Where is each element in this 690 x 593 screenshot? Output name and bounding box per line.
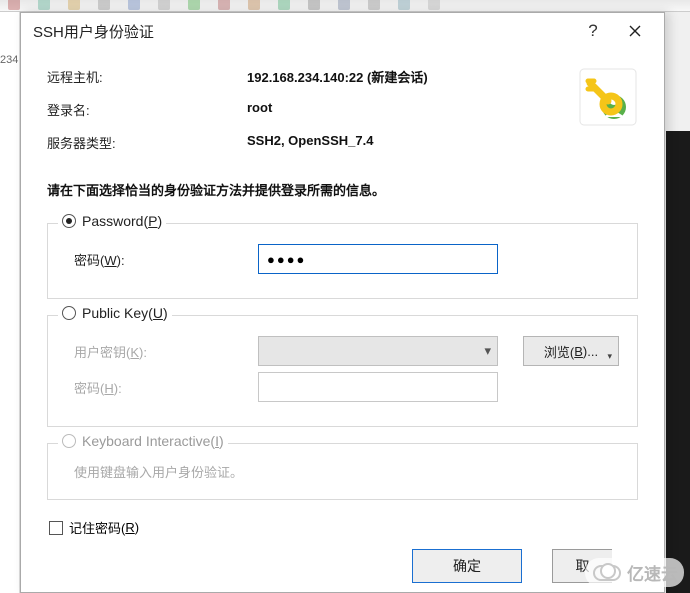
pubkey-password-label: 密码(H): — [66, 378, 246, 397]
background-toolbar-strip — [0, 0, 690, 12]
keyboard-radio-label-pre: Keyboard Interactive( — [82, 433, 215, 449]
publickey-radio-label-post: ) — [163, 305, 168, 321]
publickey-auth-group: Public Key(U) 用户密钥(K): ▾ 浏览(B)... ▾ 密码(H… — [47, 315, 638, 427]
login-label: 登录名: — [47, 100, 247, 119]
dialog-footer: 确定 取 — [47, 549, 638, 583]
password-radio-label-post: ) — [157, 213, 162, 229]
radio-icon — [62, 306, 76, 320]
keyboard-auth-group: Keyboard Interactive(I) 使用键盘输入用户身份验证。 — [47, 443, 638, 500]
ok-button[interactable]: 确定 — [412, 549, 522, 583]
password-radio-hotkey: P — [148, 213, 157, 229]
password-auth-group: Password(P) 密码(W): — [47, 223, 638, 299]
password-radio-label-pre: Password( — [82, 213, 148, 229]
radio-icon — [62, 434, 76, 448]
chevron-down-icon: ▾ — [484, 343, 491, 359]
server-type-value: SSH2, OpenSSH_7.4 — [247, 133, 558, 148]
cloud-icon — [591, 563, 621, 583]
titlebar: SSH用户身份验证 ? — [21, 13, 664, 49]
pubkey-password-row: 密码(H): — [66, 372, 619, 402]
password-label: 密码(W): — [66, 250, 246, 269]
close-button[interactable] — [614, 16, 656, 46]
publickey-radio-label-pre: Public Key( — [82, 305, 153, 321]
ssh-auth-dialog: SSH用户身份验证 ? 远程主机: 192.168.234.140:22 (新建… — [20, 12, 665, 593]
browse-button[interactable]: 浏览(B)... ▾ — [523, 336, 619, 366]
key-user-icon — [578, 67, 638, 127]
close-icon — [629, 25, 641, 37]
userkey-label: 用户密钥(K): — [66, 342, 246, 361]
keyboard-radio-label-post: ) — [219, 433, 224, 449]
remember-hotkey: R — [125, 520, 134, 535]
server-type-label: 服务器类型: — [47, 133, 247, 152]
dialog-title: SSH用户身份验证 — [33, 21, 572, 42]
password-row: 密码(W): — [66, 244, 619, 274]
bg-blurred-icons — [0, 0, 660, 12]
userkey-combo[interactable]: ▾ — [258, 336, 498, 366]
keyboard-radio[interactable]: Keyboard Interactive(I) — [58, 433, 228, 449]
instruction-text: 请在下面选择恰当的身份验证方法并提供登录所需的信息。 — [47, 180, 638, 199]
bg-left-panel: 234 — [0, 12, 20, 593]
remote-host-label: 远程主机: — [47, 67, 247, 86]
bg-left-text: 234 — [0, 54, 18, 66]
publickey-radio-hotkey: U — [153, 305, 163, 321]
publickey-radio[interactable]: Public Key(U) — [58, 305, 172, 321]
userkey-row: 用户密钥(K): ▾ 浏览(B)... ▾ — [66, 336, 619, 366]
help-button[interactable]: ? — [572, 16, 614, 46]
remember-label-post: ) — [135, 520, 139, 535]
password-radio[interactable]: Password(P) — [58, 213, 166, 229]
remember-password-checkbox[interactable]: 记住密码(R) — [47, 516, 638, 549]
bg-right-strip — [666, 131, 690, 593]
password-input[interactable] — [258, 244, 498, 274]
radio-icon — [62, 214, 76, 228]
dropdown-arrow-icon: ▾ — [607, 351, 612, 362]
checkbox-icon — [49, 521, 63, 535]
watermark: 亿速云 — [585, 558, 684, 587]
remote-host-value: 192.168.234.140:22 (新建会话) — [247, 67, 558, 86]
dialog-content: 远程主机: 192.168.234.140:22 (新建会话) 登录名: roo… — [21, 49, 664, 592]
connection-info: 远程主机: 192.168.234.140:22 (新建会话) 登录名: roo… — [47, 67, 638, 152]
login-value: root — [247, 100, 558, 115]
keyboard-desc: 使用键盘输入用户身份验证。 — [66, 462, 619, 481]
watermark-text: 亿速云 — [627, 560, 678, 585]
remember-label-pre: 记住密码( — [69, 518, 125, 537]
pubkey-password-input[interactable] — [258, 372, 498, 402]
